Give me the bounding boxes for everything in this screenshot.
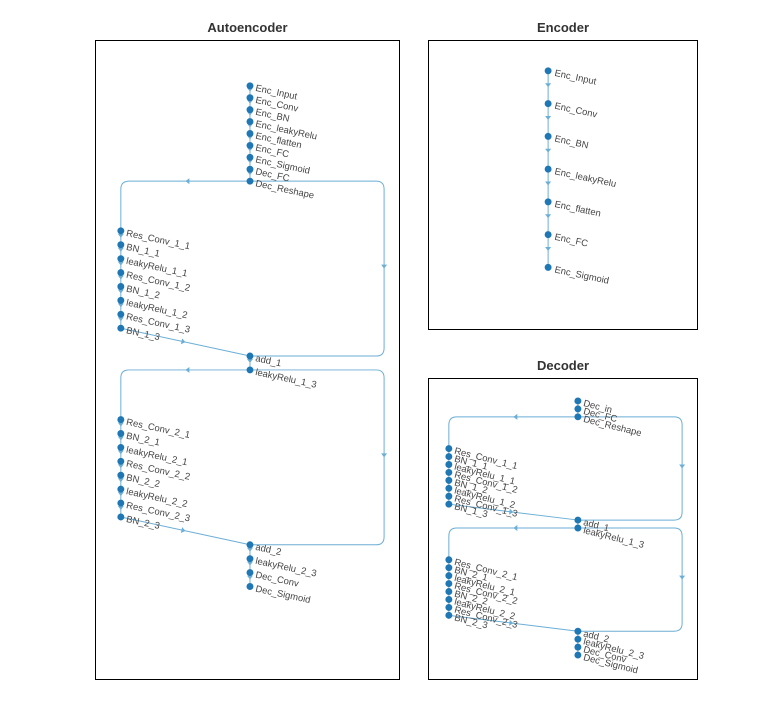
figure: Autoencoder Enc_Input Enc_Conv Enc_BN Enc_le… [0,0,760,720]
node-dot[interactable] [118,486,124,492]
node-dot[interactable] [446,493,452,499]
node-dot[interactable] [118,228,124,234]
node-dot[interactable] [118,472,124,478]
node-dot[interactable] [446,604,452,610]
panel-frame-decoder: Dec_inDec_FCDec_ReshapeRes_Conv_1_1BN_1_… [428,378,698,680]
node-dot[interactable] [247,83,253,89]
node-dot[interactable] [118,444,124,450]
node-label: Dec_Sigmoid [255,583,312,605]
node-dot[interactable] [446,612,452,618]
node-dot[interactable] [446,557,452,563]
node-label: Enc_flatten [554,198,602,219]
panel-frame-encoder: Enc_Input Enc_Conv Enc_BN Enc_leakyRelu Enc_… [428,40,698,330]
node-dot[interactable] [446,596,452,602]
node-dot[interactable] [118,417,124,423]
node-dot[interactable] [575,398,581,404]
node-dot[interactable] [247,142,253,148]
node-dot[interactable] [446,501,452,507]
graph-decoder: Dec_inDec_FCDec_ReshapeRes_Conv_1_1BN_1_… [429,379,697,679]
node-dot[interactable] [545,68,551,74]
node-dot[interactable] [118,514,124,520]
node-dot[interactable] [118,311,124,317]
node-label: Enc_leakyRelu [554,165,618,189]
panel-title-autoencoder: Autoencoder [95,20,400,35]
node-dot[interactable] [545,232,551,238]
node-dot[interactable] [247,584,253,590]
panel-title-decoder: Decoder [428,358,698,373]
panel-autoencoder: AutoencoderEnc_InputEnc_ConvEnc_BNEnc_le… [95,40,400,680]
panel-encoder: EncoderEnc_InputEnc_ConvEnc_BNEnc_leakyR… [428,40,698,330]
node-dot[interactable] [545,101,551,107]
node-dot[interactable] [545,133,551,139]
node-dot[interactable] [247,95,253,101]
panel-decoder: DecoderDec_inDec_FCDec_ReshapeRes_Conv_1… [428,378,698,680]
node-dot[interactable] [446,446,452,452]
node-dot[interactable] [446,581,452,587]
node-dot[interactable] [118,256,124,262]
node-dot[interactable] [247,178,253,184]
node-dot[interactable] [575,517,581,523]
node-dot[interactable] [545,264,551,270]
node-dot[interactable] [118,270,124,276]
node-dot[interactable] [446,589,452,595]
node-dot[interactable] [247,107,253,113]
node-dot[interactable] [247,119,253,125]
node-dot[interactable] [545,199,551,205]
node-dot[interactable] [446,469,452,475]
node-dot[interactable] [575,636,581,642]
panel-title-encoder: Encoder [428,20,698,35]
node-label: Enc_Sigmoid [554,264,611,286]
node-dot[interactable] [575,406,581,412]
node-dot[interactable] [118,458,124,464]
node-dot[interactable] [575,525,581,531]
node-dot[interactable] [118,431,124,437]
node-label: Enc_FC [554,231,590,249]
node-dot[interactable] [247,556,253,562]
node-dot[interactable] [247,131,253,137]
node-dot[interactable] [247,542,253,548]
node-label: Enc_BN [554,133,590,151]
node-dot[interactable] [247,154,253,160]
panel-frame-autoencoder: Enc_InputEnc_ConvEnc_BNEnc_leakyReluEnc_… [95,40,400,680]
node-dot[interactable] [247,353,253,359]
node-dot[interactable] [118,297,124,303]
node-dot[interactable] [545,166,551,172]
node-label: Enc_Conv [554,100,599,120]
node-dot[interactable] [118,284,124,290]
node-dot[interactable] [446,485,452,491]
graph-autoencoder: Enc_InputEnc_ConvEnc_BNEnc_leakyReluEnc_… [96,41,399,679]
graph-encoder: Enc_Input Enc_Conv Enc_BN Enc_leakyRelu Enc_… [429,41,697,329]
node-dot[interactable] [247,570,253,576]
node-label: Enc_Input [554,67,598,87]
node-dot[interactable] [446,565,452,571]
node-dot[interactable] [446,462,452,468]
node-dot[interactable] [247,367,253,373]
node-dot[interactable] [575,652,581,658]
node-dot[interactable] [446,477,452,483]
node-dot[interactable] [575,414,581,420]
node-dot[interactable] [118,242,124,248]
node-dot[interactable] [247,166,253,172]
node-dot[interactable] [118,325,124,331]
node-dot[interactable] [575,644,581,650]
node-dot[interactable] [575,628,581,634]
node-dot[interactable] [118,500,124,506]
node-dot[interactable] [446,573,452,579]
node-dot[interactable] [446,454,452,460]
